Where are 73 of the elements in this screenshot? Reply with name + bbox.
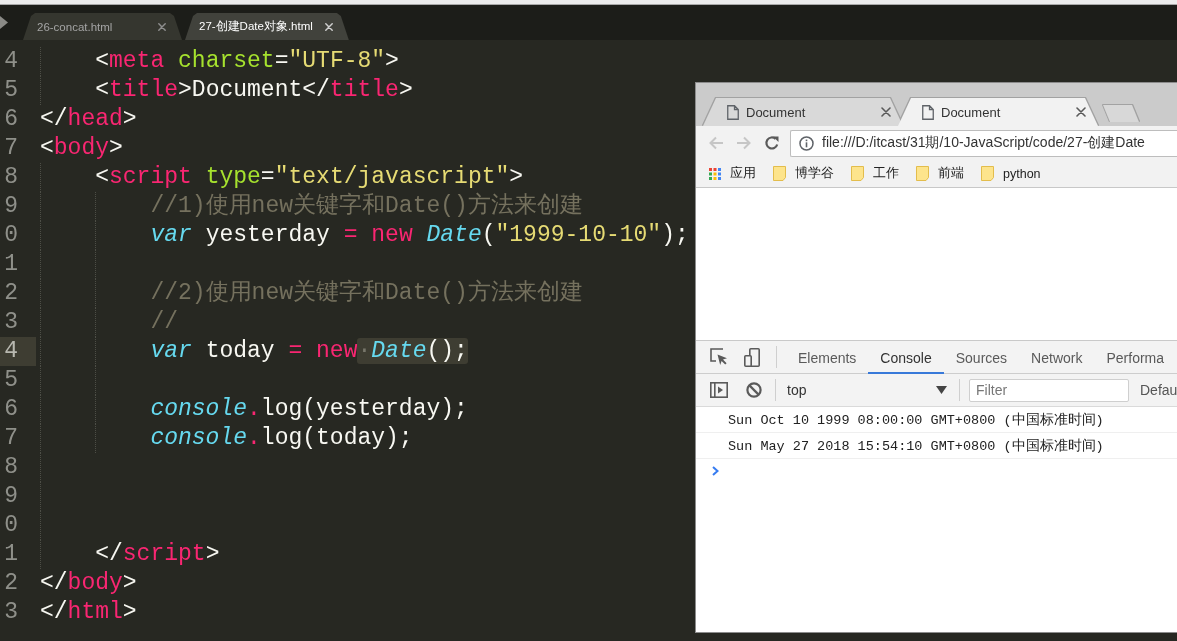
- info-icon[interactable]: [799, 135, 814, 151]
- page-icon: [727, 104, 739, 120]
- code-line: <script type="text/javascript">: [95, 163, 524, 192]
- line-number: 4: [3, 47, 19, 76]
- levels-select[interactable]: Defau: [1140, 382, 1177, 398]
- code-line: </body>: [40, 569, 137, 598]
- line-number: 5: [3, 76, 19, 105]
- device-icon[interactable]: [744, 347, 760, 367]
- line-number: 8: [3, 453, 19, 482]
- folder-icon: [773, 166, 786, 181]
- console-message: Sun Oct 10 1999 08:00:00 GMT+0800 (中国标准时间): [696, 407, 1177, 433]
- page-icon: [922, 104, 934, 120]
- reload-icon[interactable]: [764, 135, 780, 151]
- bookmark-item[interactable]: 博学谷: [773, 165, 834, 182]
- triangle-icon[interactable]: [0, 16, 8, 29]
- code-line: </head>: [40, 105, 137, 134]
- code-line: var today = new·Date();: [150, 337, 468, 366]
- address-field[interactable]: file:///D:/itcast/31期/10-JavaScript/code/27-创建Date: [790, 129, 1177, 157]
- line-number: 6: [3, 105, 19, 134]
- browser-tab[interactable]: Document: [703, 98, 903, 126]
- code-line: console.log(yesterday);: [150, 395, 468, 424]
- sidebar-toggle-icon[interactable]: [710, 382, 728, 398]
- line-number: 2: [3, 569, 19, 598]
- console-message: Sun May 27 2018 15:54:10 GMT+0800 (中国标准时间): [696, 433, 1177, 459]
- bookmark-item[interactable]: 工作: [851, 165, 899, 182]
- line-number: 1: [3, 540, 19, 569]
- close-icon[interactable]: [158, 22, 166, 31]
- line-number: 7: [3, 134, 19, 163]
- bookmark-item[interactable]: 前端: [916, 165, 964, 182]
- code-line: <title>Document</title>: [95, 76, 413, 105]
- line-number: 2: [3, 279, 19, 308]
- context-select[interactable]: top: [779, 377, 955, 403]
- bookmark-item[interactable]: 应用: [709, 165, 756, 182]
- prompt-chevron-icon: [712, 466, 719, 476]
- code-line: //1)使用new关键字和Date()方法来创建: [150, 192, 583, 221]
- close-icon[interactable]: [1076, 107, 1086, 117]
- code-line: console.log(today);: [150, 424, 413, 453]
- line-number: 1: [3, 250, 19, 279]
- inspect-icon[interactable]: [710, 348, 728, 366]
- code-line: <meta charset="UTF-8">: [95, 47, 399, 76]
- devtools-tab[interactable]: Sources: [943, 341, 1020, 374]
- editor-tab[interactable]: 27-创建Date对象.html: [185, 13, 349, 40]
- folder-icon: [981, 166, 994, 181]
- close-icon[interactable]: [881, 107, 891, 117]
- code-line: <body>: [40, 134, 123, 163]
- devtools-tab[interactable]: Elements: [786, 341, 869, 374]
- bookmark-item[interactable]: python: [981, 166, 1041, 181]
- line-number: 9: [3, 192, 19, 221]
- code-line: </html>: [40, 598, 137, 627]
- apps-grid-icon: [709, 167, 721, 180]
- folder-icon: [916, 166, 929, 181]
- code-line: //: [150, 308, 178, 337]
- line-number: 3: [3, 598, 19, 627]
- code-line: //2)使用new关键字和Date()方法来创建: [150, 279, 583, 308]
- clear-icon[interactable]: [746, 382, 762, 398]
- caret-icon: [936, 386, 947, 394]
- browser-tab[interactable]: Document: [898, 98, 1098, 126]
- line-number: 3: [3, 308, 19, 337]
- editor-tab[interactable]: 26-concat.html: [23, 13, 182, 40]
- line-number: 4: [0, 337, 36, 366]
- line-number: 0: [3, 511, 19, 540]
- filter-field[interactable]: Filter: [969, 378, 1129, 402]
- devtools-tab[interactable]: Network: [1019, 341, 1095, 374]
- line-number: 7: [3, 424, 19, 453]
- line-number: 9: [3, 482, 19, 511]
- line-number: 6: [3, 395, 19, 424]
- line-number: 8: [3, 163, 19, 192]
- devtools-tab[interactable]: Performa: [1094, 341, 1177, 374]
- code-line: var yesterday = new Date("1999-10-10");: [150, 221, 689, 250]
- folder-icon: [851, 166, 864, 181]
- code-line: </script>: [95, 540, 220, 569]
- line-number: 5: [3, 366, 19, 395]
- line-number: 0: [3, 221, 19, 250]
